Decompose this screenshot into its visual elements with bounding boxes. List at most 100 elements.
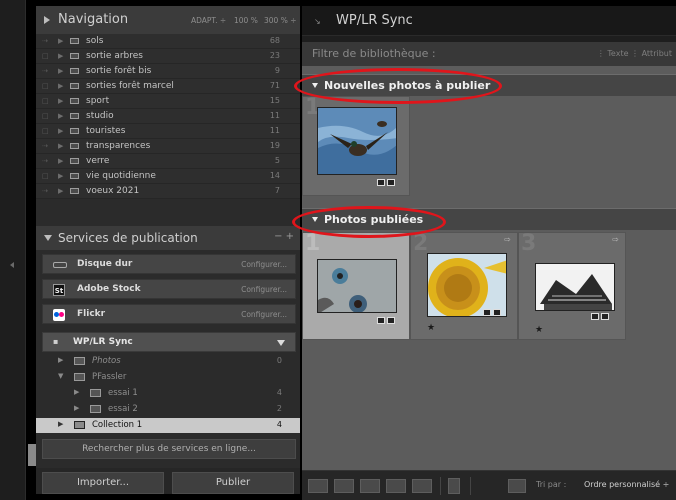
collection-label: sols [86,36,104,46]
publish-services-header[interactable]: Services de publication − + [36,226,300,250]
service-adobe-stock[interactable]: St Adobe Stock Configurer... [42,279,296,299]
collection-title-bar: ↘ WP/LR Sync [302,6,676,36]
rating-star-icon: ★ [427,323,436,333]
configure-link[interactable]: Configurer... [241,260,287,269]
configure-link[interactable]: Configurer... [241,310,287,319]
collapse-left-icon[interactable] [10,262,14,268]
photo-cell[interactable]: 3 ⇨ ★ [518,231,626,340]
collection-icon [70,68,79,74]
expand-arrow-icon[interactable]: ▶ [58,37,63,45]
filter-options[interactable]: ⋮ Texte ⋮ Attribut [597,49,672,58]
expand-arrow-icon[interactable]: ▶ [74,404,79,412]
collection-row-vie-quotidienne[interactable]: □ ▶ vie quotidienne 14 [36,169,300,184]
expand-arrow-icon[interactable]: ▶ [58,127,63,135]
tree-label: PFassler [92,372,127,382]
grid-view-icon[interactable] [308,479,328,493]
expand-arrow-icon[interactable]: ▶ [58,142,63,150]
expand-arrow-icon[interactable]: ▶ [58,67,63,75]
library-filter-label: Filtre de bibliothèque : [312,47,436,60]
add-remove-service-buttons[interactable]: − + [274,231,294,242]
collection-set-icon [74,373,85,381]
collection-row-sorties-foret-marcel[interactable]: □ ▶ sorties forêt marcel 71 [36,79,300,94]
collection-label: sport [86,96,110,106]
navigator-header[interactable]: Navigation ADAPT. ÷ 100 % 300 % ÷ [36,6,300,34]
collection-label: touristes [86,126,126,136]
collection-row-studio[interactable]: □ ▶ studio 11 [36,109,300,124]
collapse-services-icon[interactable] [44,235,52,241]
left-panel: Navigation ADAPT. ÷ 100 % 300 % ÷ ⇢ ▶ so… [36,6,300,494]
publish-tree-row-pfassler[interactable]: ▼ PFassler [36,370,300,385]
collection-row-touristes[interactable]: □ ▶ touristes 11 [36,124,300,139]
sort-label: Tri par : [536,480,567,489]
collection-link-icon: ⇢ [42,187,48,195]
publish-tree-row-photos[interactable]: ▶ Photos 0 [36,354,300,369]
adobe-stock-icon: St [53,284,65,296]
publish-button[interactable]: Publier [172,472,294,494]
photo-cell[interactable]: 1 [302,95,410,196]
collection-row-sortie-arbres[interactable]: □ ▶ sortie arbres 23 [36,49,300,64]
tree-count: 4 [276,388,282,397]
collection-row-sortie-foret-bis[interactable]: ⇢ ▶ sortie forêt bis 9 [36,64,300,79]
sort-dropdown[interactable]: Ordre personnalisé ÷ [584,480,669,489]
people-view-icon[interactable] [412,479,432,493]
expand-arrow-icon[interactable]: ▶ [74,388,79,396]
expand-arrow-icon[interactable]: ▶ [58,420,63,428]
publish-tree-row-collection-1[interactable]: ▶ Collection 1 4 [36,418,300,433]
harddisk-icon [53,262,67,268]
service-flickr[interactable]: Flickr Configurer... [42,304,296,324]
photo-cell[interactable]: 2 ⇨ ★ [410,231,518,340]
photo-thumbnail-sunflower[interactable] [427,253,507,317]
service-wp-lr-sync[interactable]: ▪ WP/LR Sync [42,332,296,352]
publish-tree-row-essai-2[interactable]: ▶ essai 2 2 [36,402,300,417]
ducks-image [318,108,396,174]
photo-thumbnail-ducks[interactable] [317,107,397,175]
collection-icon [70,158,79,164]
expand-arrow-icon[interactable]: ▶ [58,112,63,120]
left-edge-collapse-bar[interactable] [0,0,26,500]
photo-cell[interactable]: 1 [302,231,410,340]
expand-arrow-icon[interactable]: ▶ [58,97,63,105]
tree-label: Collection 1 [92,420,143,430]
collection-label: sortie forêt bis [86,66,152,76]
expand-arrow-icon[interactable]: ▶ [58,356,63,364]
expand-arrow-icon[interactable]: ▶ [58,52,63,60]
expand-navigator-icon[interactable] [44,16,50,24]
tree-label: essai 1 [108,388,138,398]
survey-view-icon[interactable] [386,479,406,493]
zoom-100-option[interactable]: 100 % [234,16,258,25]
expand-arrow-icon[interactable]: ▶ [58,157,63,165]
highlight-ellipse [294,68,502,104]
collection-icon [70,143,79,149]
zoom-fit-option[interactable]: ADAPT. ÷ [191,16,226,25]
service-menu-dropdown-icon[interactable] [277,340,285,346]
expand-arrow-icon[interactable]: ▼ [58,372,63,380]
import-button[interactable]: Importer... [42,472,164,494]
collection-link-icon: ⇢ [42,142,48,150]
publish-tree-row-essai-1[interactable]: ▶ essai 1 4 [36,386,300,401]
collection-row-verre[interactable]: ⇢ ▶ verre 5 [36,154,300,169]
compare-view-icon[interactable] [360,479,380,493]
collection-row-voeux-2021[interactable]: ⇢ ▶ voeux 2021 7 [36,184,300,199]
loupe-view-icon[interactable] [334,479,354,493]
find-more-services-button[interactable]: Rechercher plus de services en ligne... [42,439,296,459]
library-toolbar: Tri par : Ordre personnalisé ÷ [302,470,676,500]
configure-link[interactable]: Configurer... [241,285,287,294]
zoom-300-option[interactable]: 300 % ÷ [264,16,297,25]
sort-icon[interactable] [508,479,526,493]
tree-label: Photos [92,356,121,366]
expand-arrow-icon[interactable]: ▶ [58,187,63,195]
panel-scrollbar[interactable] [28,444,36,466]
collection-count: 15 [269,96,280,105]
spray-can-icon[interactable] [448,478,460,494]
collection-row-sols[interactable]: ⇢ ▶ sols 68 [36,34,300,49]
badge-icon [377,179,385,186]
collection-row-transparences[interactable]: ⇢ ▶ transparences 19 [36,139,300,154]
service-hard-disk[interactable]: Disque dur Configurer... [42,254,296,274]
collection-row-sport[interactable]: □ ▶ sport 15 [36,94,300,109]
service-label: Adobe Stock [77,284,141,294]
photo-thumbnail-balls[interactable] [317,259,397,313]
photo-thumbnail-building[interactable] [535,263,615,311]
expand-arrow-icon[interactable]: ▶ [58,82,63,90]
collection-link-icon: ⇢ [42,67,48,75]
expand-arrow-icon[interactable]: ▶ [58,172,63,180]
